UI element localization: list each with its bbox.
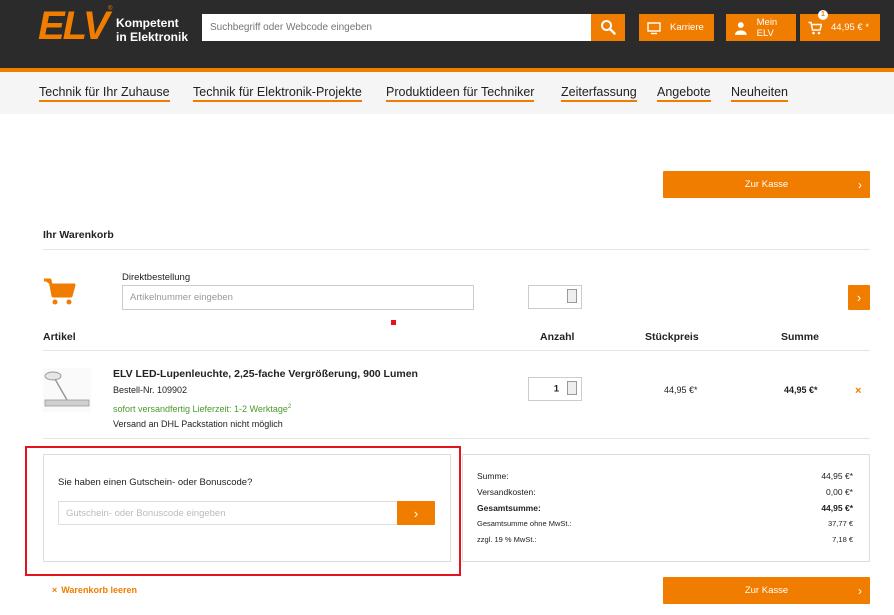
checkout-button-top[interactable]: Zur Kasse › xyxy=(663,171,870,198)
column-header-article: Artikel xyxy=(43,331,76,343)
divider xyxy=(43,249,870,250)
chevron-right-icon: › xyxy=(858,583,862,598)
product-thumbnail[interactable] xyxy=(43,368,91,412)
item-quantity-stepper[interactable]: 1 xyxy=(528,377,582,401)
article-number-input[interactable]: Artikelnummer eingeben xyxy=(122,285,474,310)
nav-item-produktideen[interactable]: Produktideen für Techniker xyxy=(386,85,535,102)
product-order-number: Bestell-Nr. 109902 xyxy=(113,385,188,395)
subtotal-label: Summe: xyxy=(477,471,509,481)
nav-item-zeiterfassung[interactable]: Zeiterfassung xyxy=(561,85,637,102)
summary-grand-total-row: Gesamtsumme: 44,95 €* xyxy=(477,503,853,513)
net-total-value: 37,77 € xyxy=(827,519,853,528)
cart-button[interactable]: 1 44,95 € * xyxy=(800,10,880,41)
column-header-quantity: Anzahl xyxy=(540,331,575,343)
clear-cart-label: Warenkorb leeren xyxy=(61,585,137,595)
product-name[interactable]: ELV LED-Lupenleuchte, 2,25-fache Vergröß… xyxy=(113,368,418,380)
tagline-line-1: Kompetent xyxy=(116,16,179,30)
logo-wordmark: ELV xyxy=(38,4,110,48)
red-marker xyxy=(391,320,396,325)
stepper-arrows-icon[interactable] xyxy=(567,381,577,395)
clear-cart-link[interactable]: × Warenkorb leeren xyxy=(52,585,137,595)
chevron-right-icon: › xyxy=(856,290,862,305)
cart-count-badge: 1 xyxy=(818,10,828,20)
main-nav: Technik für Ihr Zuhause Technik für Elek… xyxy=(0,72,894,114)
karriere-label: Karriere xyxy=(670,22,704,33)
summary-subtotal-row: Summe: 44,95 €* xyxy=(477,471,853,481)
monitor-icon xyxy=(647,21,661,34)
direct-order-quantity-stepper[interactable] xyxy=(528,285,582,309)
vat-label: zzgl. 19 % MwSt.: xyxy=(477,535,537,544)
article-number-placeholder: Artikelnummer eingeben xyxy=(130,292,233,303)
product-availability: sofort versandfertig Lieferzeit: 1-2 Wer… xyxy=(113,404,291,414)
divider xyxy=(43,350,870,351)
account-label: Mein ELV xyxy=(756,16,778,39)
summary-shipping-row: Versandkosten: 0,00 €* xyxy=(477,487,853,497)
checkout-label-top: Zur Kasse xyxy=(744,179,789,190)
cart-title: Ihr Warenkorb xyxy=(43,229,114,241)
availability-text: sofort versandfertig Lieferzeit: 1-2 Wer… xyxy=(113,404,288,414)
vat-value: 7,18 € xyxy=(832,535,853,544)
close-icon: × xyxy=(52,585,58,595)
nav-item-neuheiten[interactable]: Neuheiten xyxy=(731,85,788,102)
item-quantity-value: 1 xyxy=(553,383,559,395)
nav-item-angebote[interactable]: Angebote xyxy=(657,85,711,102)
logo-tagline: Kompetent in Elektronik xyxy=(116,16,188,44)
net-total-label: Gesamtsumme ohne MwSt.: xyxy=(477,519,572,528)
stepper-arrows-icon[interactable] xyxy=(567,289,577,303)
direct-order-label: Direktbestellung xyxy=(122,272,191,283)
product-shipping-note: Versand an DHL Packstation nicht möglich xyxy=(113,419,283,429)
shipping-value: 0,00 €* xyxy=(826,487,853,497)
remove-item-icon[interactable]: × xyxy=(855,385,861,397)
summary-net-row: Gesamtsumme ohne MwSt.: 37,77 € xyxy=(477,519,853,528)
tagline-line-2: in Elektronik xyxy=(116,30,189,44)
karriere-button[interactable]: Karriere xyxy=(639,14,714,41)
highlight-box xyxy=(25,446,461,576)
header: ELV ® Kompetent in Elektronik Karriere M… xyxy=(0,0,894,70)
account-button[interactable]: Mein ELV xyxy=(726,14,796,41)
item-total: 44,95 €* xyxy=(784,385,818,395)
cart-total: 44,95 € * xyxy=(831,22,870,33)
grand-total-value: 44,95 €* xyxy=(821,503,853,513)
checkout-label-bottom: Zur Kasse xyxy=(744,585,789,596)
nav-item-elektronik-projekte[interactable]: Technik für Elektronik-Projekte xyxy=(193,85,362,102)
logo-registered-mark: ® xyxy=(108,6,113,12)
chevron-right-icon: › xyxy=(858,177,862,192)
search-icon xyxy=(601,20,616,35)
divider xyxy=(43,438,870,439)
summary-vat-row: zzgl. 19 % MwSt.: 7,18 € xyxy=(477,535,853,544)
nav-item-zuhause[interactable]: Technik für Ihr Zuhause xyxy=(39,85,170,102)
column-header-unit-price: Stückpreis xyxy=(645,331,699,343)
cart-icon xyxy=(808,21,822,34)
item-unit-price: 44,95 €* xyxy=(664,385,698,395)
search-button[interactable] xyxy=(591,14,625,41)
subtotal-value: 44,95 €* xyxy=(821,471,853,481)
checkout-button-bottom[interactable]: Zur Kasse › xyxy=(663,577,870,604)
availability-footnote: 2 xyxy=(287,404,292,410)
cart-large-icon xyxy=(44,278,76,305)
user-icon xyxy=(734,21,747,35)
direct-order-submit-button[interactable]: › xyxy=(848,285,870,310)
grand-total-label: Gesamtsumme: xyxy=(477,503,541,513)
shipping-label: Versandkosten: xyxy=(477,487,536,497)
column-header-sum: Summe xyxy=(781,331,819,343)
search-input[interactable] xyxy=(202,14,592,41)
